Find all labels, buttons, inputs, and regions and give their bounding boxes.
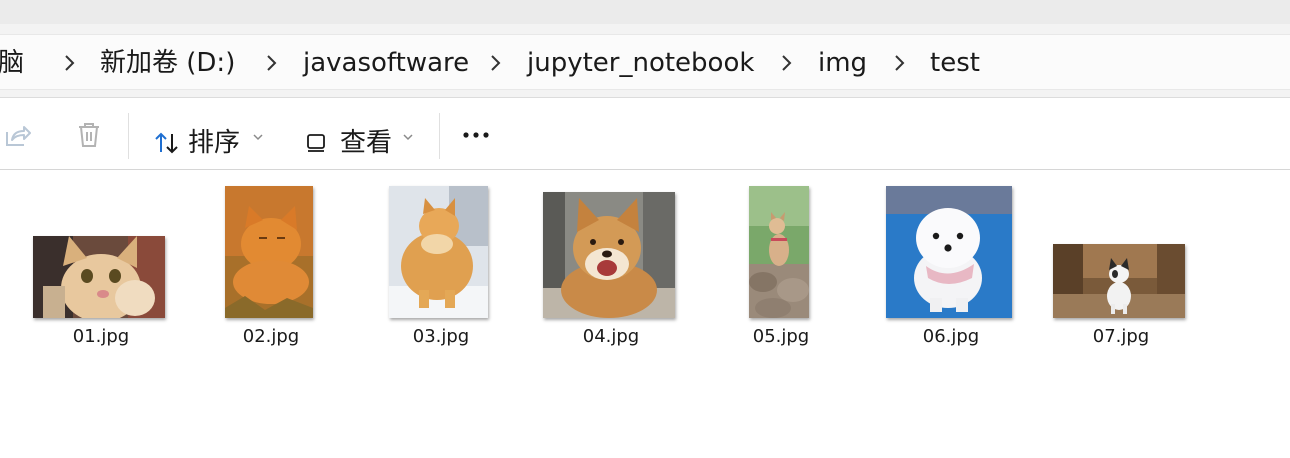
chevron-down-icon	[253, 134, 263, 141]
breadcrumb-item-drive-d[interactable]: 新加卷 (D:)	[100, 49, 235, 77]
delete-icon[interactable]	[77, 121, 101, 149]
sort-arrows-icon	[155, 132, 178, 154]
breadcrumb-item-img[interactable]: img	[818, 49, 867, 77]
breadcrumb-item-javasoftware[interactable]: javasoftware	[303, 49, 469, 77]
image-thumbnail	[225, 186, 313, 318]
file-item-03[interactable]: 03.jpg	[356, 170, 526, 360]
image-thumbnail	[389, 186, 488, 318]
share-icon[interactable]	[4, 123, 32, 149]
file-item-06[interactable]: 06.jpg	[866, 170, 1036, 360]
file-name: 07.jpg	[1092, 326, 1150, 347]
chevron-right-icon	[65, 55, 75, 71]
file-list: 01.jpg 02.jpg 03.jpg 04.jpg 05.jpg 06.jp…	[0, 170, 1290, 458]
view-layout-icon	[307, 134, 325, 152]
image-thumbnail	[886, 186, 1012, 318]
breadcrumb[interactable]: 电脑 新加卷 (D:) javasoftware jupyter_noteboo…	[0, 34, 1290, 90]
chevron-right-icon	[491, 55, 501, 71]
chevron-right-icon	[782, 55, 792, 71]
command-bar: 排序 查看	[0, 99, 1290, 170]
sort-button[interactable]: 排序	[148, 99, 268, 169]
view-button[interactable]: 查看	[300, 99, 420, 169]
file-name: 02.jpg	[242, 326, 300, 347]
window-top-strip	[0, 0, 1290, 24]
chevron-right-icon	[267, 55, 277, 71]
file-item-05[interactable]: 05.jpg	[696, 170, 866, 360]
address-bar: 电脑 新加卷 (D:) javasoftware jupyter_noteboo…	[0, 24, 1290, 98]
breadcrumb-item-test[interactable]: test	[930, 49, 980, 77]
file-item-07[interactable]: 07.jpg	[1036, 170, 1206, 360]
file-name: 04.jpg	[582, 326, 640, 347]
file-name: 01.jpg	[72, 326, 130, 347]
toolbar-divider	[128, 113, 129, 159]
image-thumbnail	[33, 236, 165, 318]
toolbar-divider	[439, 113, 440, 159]
file-name: 06.jpg	[922, 326, 980, 347]
more-options-icon[interactable]	[462, 131, 490, 139]
breadcrumb-item-jupyter-notebook[interactable]: jupyter_notebook	[527, 49, 754, 77]
view-label: 查看	[340, 128, 393, 158]
image-thumbnail	[543, 192, 675, 318]
image-thumbnail	[749, 186, 809, 318]
file-name: 03.jpg	[412, 326, 470, 347]
image-thumbnail	[1053, 244, 1185, 318]
breadcrumb-item-this-pc[interactable]: 电脑	[0, 49, 24, 77]
sort-label: 排序	[188, 128, 241, 158]
file-item-01[interactable]: 01.jpg	[16, 170, 186, 360]
chevron-right-icon	[895, 55, 905, 71]
file-item-02[interactable]: 02.jpg	[186, 170, 356, 360]
chevron-down-icon	[403, 134, 413, 141]
file-item-04[interactable]: 04.jpg	[526, 170, 696, 360]
file-name: 05.jpg	[752, 326, 810, 347]
